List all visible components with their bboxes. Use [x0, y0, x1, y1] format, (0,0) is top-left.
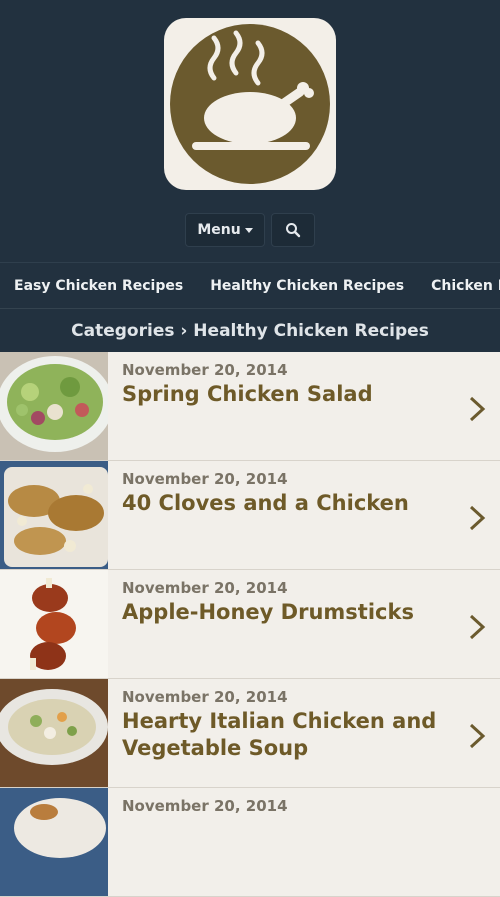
post-thumbnail	[0, 788, 108, 896]
nav-item-easy[interactable]: Easy Chicken Recipes	[14, 278, 183, 294]
menu-label: Menu	[197, 222, 241, 238]
caret-down-icon	[244, 227, 253, 233]
post-title[interactable]: Apple-Honey Drumsticks	[122, 599, 452, 626]
chevron-right-icon[interactable]	[468, 396, 486, 422]
app-header: Menu	[0, 0, 500, 262]
list-item[interactable]: November 20, 2014 40 Cloves and a Chicke…	[0, 461, 500, 570]
post-date: November 20, 2014	[122, 579, 288, 597]
post-thumbnail	[0, 570, 108, 678]
chevron-right-icon[interactable]	[468, 723, 486, 749]
list-item[interactable]: November 20, 2014 Apple-Honey Drumsticks	[0, 570, 500, 679]
list-item[interactable]: November 20, 2014 Spring Chicken Salad	[0, 352, 500, 461]
post-date: November 20, 2014	[122, 688, 288, 706]
chevron-right-icon[interactable]	[468, 614, 486, 640]
post-date: November 20, 2014	[122, 470, 288, 488]
category-nav: Easy Chicken Recipes Healthy Chicken Rec…	[0, 262, 500, 308]
breadcrumb-text: Categories › Healthy Chicken Recipes	[71, 320, 429, 341]
post-date: November 20, 2014	[122, 797, 288, 815]
post-date: November 20, 2014	[122, 361, 288, 379]
post-title[interactable]: Spring Chicken Salad	[122, 381, 452, 408]
list-item[interactable]: November 20, 2014 Hearty Italian Chicken…	[0, 679, 500, 788]
post-title[interactable]: Hearty Italian Chicken and Vegetable Sou…	[122, 708, 452, 762]
post-thumbnail	[0, 679, 108, 787]
chevron-right-icon[interactable]	[468, 505, 486, 531]
post-thumbnail	[0, 352, 108, 460]
search-icon	[286, 223, 301, 238]
site-logo[interactable]	[164, 18, 336, 190]
breadcrumb: Categories › Healthy Chicken Recipes	[0, 308, 500, 352]
nav-item-healthy[interactable]: Healthy Chicken Recipes	[210, 278, 404, 294]
post-thumbnail	[0, 461, 108, 569]
menu-button[interactable]: Menu	[185, 213, 265, 247]
list-item[interactable]: November 20, 2014	[0, 788, 500, 897]
roast-chicken-icon	[170, 24, 330, 184]
post-title[interactable]: 40 Cloves and a Chicken	[122, 490, 452, 517]
nav-item-parmesan[interactable]: Chicken Parmesan	[431, 278, 500, 294]
post-list: November 20, 2014 Spring Chicken Salad N…	[0, 352, 500, 897]
search-button[interactable]	[271, 213, 315, 247]
